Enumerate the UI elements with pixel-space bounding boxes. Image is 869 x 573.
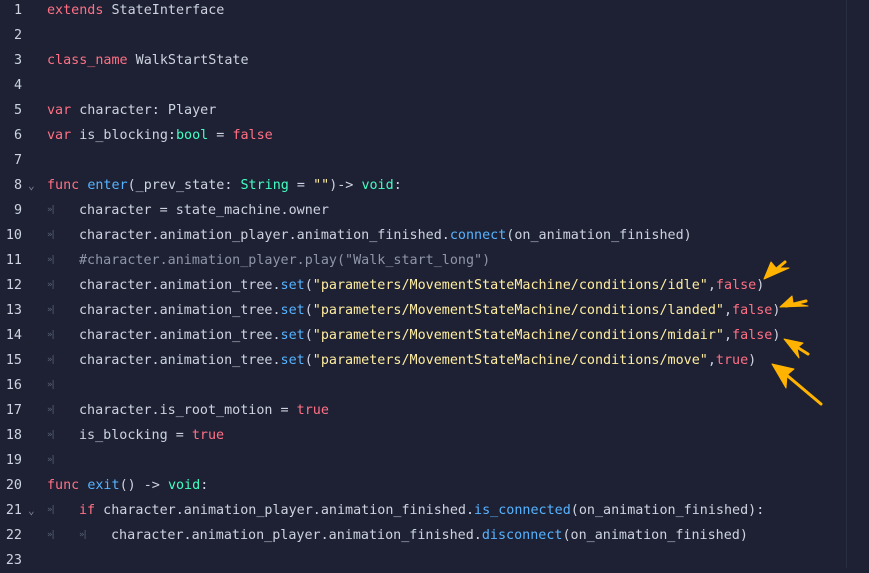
arrow-icon — [771, 363, 823, 406]
arrow-icon — [763, 260, 790, 280]
arrow-icon — [783, 338, 810, 359]
annotation-arrows — [763, 260, 823, 406]
arrow-icon — [779, 295, 809, 308]
